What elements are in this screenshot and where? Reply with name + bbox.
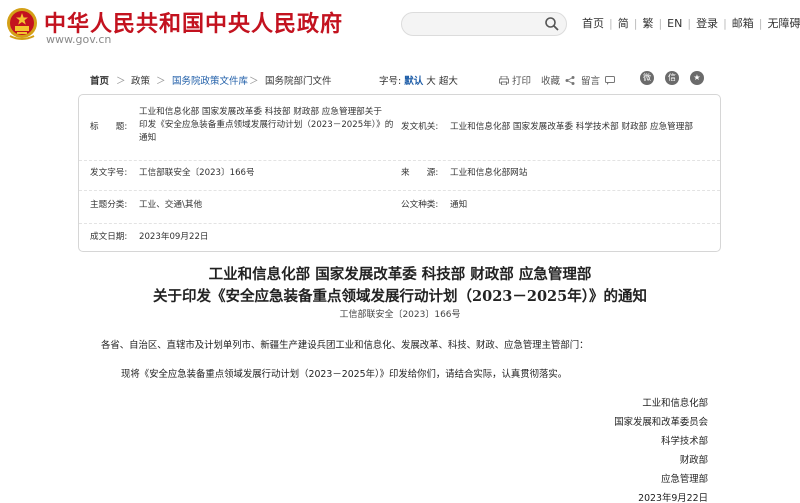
font-size-large[interactable]: 大 [426, 76, 436, 87]
wechat-icon[interactable]: 信 [665, 71, 679, 85]
source-value: 工业和信息化部网站 [450, 168, 528, 178]
nav-login-link[interactable]: 登录 [691, 15, 723, 31]
row-divider [79, 160, 720, 161]
category-value: 工业、交通\其他 [139, 200, 203, 210]
signatory: 财政部 [679, 455, 708, 466]
breadcrumb-separator: ＞ [116, 76, 126, 87]
type-label: 公文种类: [401, 200, 439, 210]
nav-mail-link[interactable]: 邮箱 [727, 15, 759, 31]
nav-home-link[interactable]: 首页 [577, 15, 609, 31]
comment-label: 留言 [581, 76, 601, 87]
share-icon [565, 76, 575, 85]
document-title-line1: 工业和信息化部 国家发展改革委 科技部 财政部 应急管理部 [208, 266, 592, 283]
title-line: 通知 [139, 133, 157, 143]
nav-english-link[interactable]: EN [662, 17, 687, 30]
title-label: 标 题: [90, 122, 128, 132]
date-value: 2023年09月22日 [139, 232, 209, 242]
breadcrumb: 首页 ＞ 政策 ＞ 国务院政策文件库 ＞ 国务院部门文件 字号: 默认 大 超大… [78, 68, 720, 90]
breadcrumb-state-council-library[interactable]: 国务院政策文件库 [172, 73, 248, 87]
font-size-label: 字号: [379, 76, 402, 87]
site-header: 中华人民共和国中央人民政府 www.gov.cn 首页 | 简 | 繁 | EN… [0, 0, 800, 52]
breadcrumb-department-docs[interactable]: 国务院部门文件 [265, 73, 332, 87]
print-icon [499, 76, 509, 85]
signatory: 国家发展和改革委员会 [614, 417, 708, 428]
comment-icon [605, 76, 616, 85]
source-label: 来 源: [401, 168, 439, 178]
doc-no-label: 发文字号: [90, 168, 128, 178]
nav-simplified-link[interactable]: 简 [613, 15, 634, 31]
issuer-line: 工业和信息化部 国家发展改革委 科学技术部 财政部 应急管理部 [450, 122, 693, 132]
favorite-button[interactable]: 收藏 [541, 73, 578, 87]
top-nav: 首页 | 简 | 繁 | EN | 登录 | 邮箱 | 无障碍 [577, 15, 800, 31]
doc-no-value: 工信部联安全〔2023〕166号 [139, 168, 255, 178]
search-icon[interactable] [544, 16, 560, 32]
nav-traditional-link[interactable]: 繁 [637, 15, 658, 31]
title-line: 工业和信息化部 国家发展改革委 科技部 财政部 应急管理部关于 [139, 107, 382, 117]
star-icon[interactable]: ★ [690, 71, 704, 85]
sign-date: 2023年9月22日 [638, 493, 708, 503]
body-paragraph: 现将《安全应急装备重点领域发展行动计划（2023－2025年）》印发给你们，请结… [121, 369, 568, 380]
title-value: 工业和信息化部 国家发展改革委 科技部 财政部 应急管理部关于 印发《安全应急装… [139, 106, 393, 145]
font-size-default[interactable]: 默认 [404, 76, 423, 87]
signatory: 科学技术部 [661, 436, 708, 447]
date-label: 成文日期: [90, 232, 128, 242]
signatory: 工业和信息化部 [642, 398, 708, 409]
signatory: 应急管理部 [661, 474, 708, 485]
breadcrumb-policy[interactable]: 政策 [131, 73, 150, 87]
font-size-xlarge[interactable]: 超大 [439, 76, 458, 87]
favorite-label: 收藏 [541, 76, 561, 87]
site-url: www.gov.cn [46, 33, 112, 46]
row-divider [79, 190, 720, 191]
document-info-table: 标 题: 工业和信息化部 国家发展改革委 科技部 财政部 应急管理部关于 印发《… [78, 94, 721, 252]
font-size-control: 字号: 默认 大 超大 [379, 73, 458, 87]
comment-button[interactable]: 留言 [581, 73, 618, 87]
document-title-line2: 关于印发《安全应急装备重点领域发展行动计划（2023－2025年）》的通知 [153, 288, 647, 305]
print-label: 打印 [512, 76, 532, 87]
nav-accessibility-link[interactable]: 无障碍 [763, 15, 800, 31]
search-box [401, 12, 567, 36]
issuer-value: 工业和信息化部 国家发展改革委 科学技术部 财政部 应急管理部 [450, 121, 712, 134]
title-line: 印发《安全应急装备重点领域发展行动计划（2023－2025年）》的 [139, 120, 394, 130]
document-number: 工信部联安全〔2023〕166号 [339, 310, 461, 320]
row-divider [79, 223, 720, 224]
breadcrumb-home[interactable]: 首页 [90, 73, 109, 87]
category-label: 主题分类: [90, 200, 128, 210]
type-value: 通知 [450, 200, 468, 210]
salutation: 各省、自治区、直辖市及计划单列市、新疆生产建设兵团工业和信息化、发展改革、科技、… [101, 340, 589, 351]
search-input[interactable] [412, 16, 537, 32]
print-button[interactable]: 打印 [499, 73, 531, 87]
breadcrumb-separator: ＞ [249, 76, 259, 87]
national-emblem-icon[interactable] [6, 6, 38, 42]
breadcrumb-separator: ＞ [156, 76, 166, 87]
issuer-label: 发文机关: [401, 122, 439, 132]
weibo-icon[interactable]: 微 [640, 71, 654, 85]
